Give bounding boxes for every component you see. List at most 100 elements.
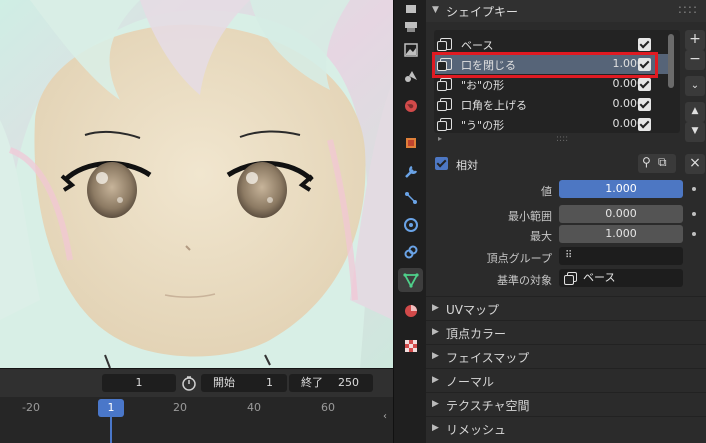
expand-arrow-icon: ▼ [432, 5, 439, 15]
shape-key-row[interactable]: 口角を上げる 0.000 [434, 94, 672, 114]
panel-title: シェイプキー [446, 5, 519, 19]
stopwatch-icon[interactable] [181, 374, 201, 392]
shape-key-mute-checkbox[interactable] [638, 38, 651, 51]
ruler-tick: 60 [321, 401, 335, 414]
relative-label: 相対 [456, 159, 478, 172]
min-range-label: 最小範囲 [508, 210, 552, 223]
view-layer-icon[interactable] [398, 38, 423, 62]
shape-key-row[interactable]: "う"の形 0.000 [434, 114, 672, 134]
section-title: リメッシュ [446, 423, 507, 437]
world-icon[interactable] [398, 94, 423, 118]
section-title: テクスチャ空間 [446, 399, 530, 413]
max-label: 最大 [530, 230, 552, 243]
section-vertex-colors[interactable]: ▶ 頂点カラー [426, 320, 706, 344]
section-texture-space[interactable]: ▶ テクスチャ空間 [426, 392, 706, 416]
particles-icon[interactable] [398, 186, 423, 210]
collapse-arrow-icon: ▶ [432, 303, 439, 313]
playhead-frame-badge[interactable]: 1 [98, 399, 124, 417]
section-title: UVマップ [446, 303, 499, 317]
timeline-editor[interactable]: 1 開始 1 終了 250 -20 1 20 40 60 ‹ [0, 368, 393, 443]
properties-tab-bar [393, 0, 426, 443]
section-remesh[interactable]: ▶ リメッシュ [426, 416, 706, 440]
shape-key-mute-checkbox[interactable] [638, 98, 651, 111]
texture-icon[interactable] [398, 334, 423, 358]
section-title: ノーマル [446, 375, 495, 389]
clear-shape-keys-button[interactable]: × [685, 154, 705, 174]
shape-key-name: 口角を上げる [461, 99, 527, 112]
character-face-render [0, 0, 393, 368]
shape-key-name: "お"の形 [461, 79, 505, 92]
start-label: 開始 [213, 376, 235, 389]
start-frame-field[interactable]: 開始 1 [201, 374, 287, 392]
physics-icon[interactable] [398, 213, 423, 237]
current-frame-field[interactable]: 1 [102, 374, 176, 392]
end-frame-field[interactable]: 終了 250 [289, 374, 373, 392]
playhead-line[interactable] [110, 417, 112, 443]
modifier-icon[interactable] [398, 160, 423, 184]
constraints-icon[interactable] [398, 240, 423, 264]
object-icon[interactable] [398, 131, 423, 155]
vertex-group-icon: ⠿ [565, 250, 573, 261]
collapse-arrow-icon: ▶ [432, 351, 439, 361]
shape-key-icon [437, 98, 452, 111]
pin-icon[interactable]: ⚲ [642, 155, 651, 169]
highlight-box [432, 52, 658, 78]
min-range-field[interactable]: 0.000 [559, 205, 683, 223]
keyframe-dot-icon[interactable] [692, 187, 696, 191]
shape-key-icon [437, 38, 452, 51]
end-value: 250 [338, 376, 359, 389]
relative-checkbox[interactable] [435, 157, 448, 170]
collapse-chevron-icon[interactable]: ‹ [383, 411, 387, 422]
shape-key-icon [437, 78, 452, 91]
vertex-group-label: 頂点グループ [486, 252, 552, 265]
shape-keys-panel-header[interactable]: ▼ シェイプキー :::: [426, 0, 706, 22]
ruler-tick: 40 [247, 401, 261, 414]
collapse-arrow-icon: ▶ [432, 423, 439, 433]
section-normals[interactable]: ▶ ノーマル [426, 368, 706, 392]
remove-shape-key-button[interactable]: − [685, 50, 705, 70]
object-data-icon[interactable] [398, 268, 423, 292]
move-shape-key-up-button[interactable]: ▲ [685, 102, 705, 122]
shape-key-mute-checkbox[interactable] [638, 118, 651, 131]
value-label: 値 [541, 185, 552, 198]
keyframe-dot-icon[interactable] [692, 212, 696, 216]
max-field[interactable]: 1.000 [559, 225, 683, 243]
shape-key-list[interactable]: ベース 口を閉じる 1.000 "お"の形 0.000 口角を上げる 0.000… [434, 30, 680, 133]
relative-to-field[interactable]: ベース [559, 269, 683, 287]
timeline-ruler[interactable]: -20 1 20 40 60 ‹ [0, 397, 393, 443]
start-value: 1 [266, 376, 273, 389]
section-uv-maps[interactable]: ▶ UVマップ [426, 296, 706, 320]
output-icon[interactable] [398, 14, 423, 38]
keyframe-dot-icon[interactable] [692, 232, 696, 236]
shape-key-pin-toolbar: ⚲ ⧉ [638, 154, 676, 173]
collapse-arrow-icon: ▶ [432, 375, 439, 385]
material-icon[interactable] [398, 299, 423, 323]
ruler-tick: 20 [173, 401, 187, 414]
shape-key-row[interactable]: ベース [434, 34, 672, 54]
collapse-arrow-icon: ▶ [432, 399, 439, 409]
collapse-arrow-icon: ▶ [432, 327, 439, 337]
value-slider[interactable]: 1.000 [559, 180, 683, 198]
scene-icon[interactable] [398, 64, 423, 88]
end-label: 終了 [301, 376, 323, 389]
section-title: 頂点カラー [446, 327, 507, 341]
section-face-maps[interactable]: ▶ フェイスマップ [426, 344, 706, 368]
vertex-group-field[interactable]: ⠿ [559, 247, 683, 265]
shape-key-name: ベース [461, 39, 494, 52]
drag-handle-icon[interactable]: :::: [678, 2, 698, 16]
section-title: フェイスマップ [446, 351, 530, 365]
shape-key-specials-menu-button[interactable]: ⌄ [685, 76, 705, 96]
3d-viewport[interactable] [0, 0, 393, 368]
move-shape-key-down-button[interactable]: ▼ [685, 122, 705, 142]
shape-key-mute-checkbox[interactable] [638, 78, 651, 91]
shape-key-icon [564, 272, 577, 285]
list-scrollbar[interactable] [668, 34, 674, 88]
timeline-header: 1 開始 1 終了 250 [0, 369, 393, 397]
edit-mode-icon[interactable]: ⧉ [658, 155, 667, 170]
shape-key-name: "う"の形 [461, 119, 505, 132]
add-shape-key-button[interactable]: + [685, 30, 705, 50]
list-expand-arrow-icon[interactable]: ▸ [438, 134, 442, 143]
relative-to-value: ベース [583, 271, 616, 284]
relative-to-label: 基準の対象 [497, 274, 552, 287]
list-resize-grip-icon[interactable]: :::: [556, 134, 568, 144]
